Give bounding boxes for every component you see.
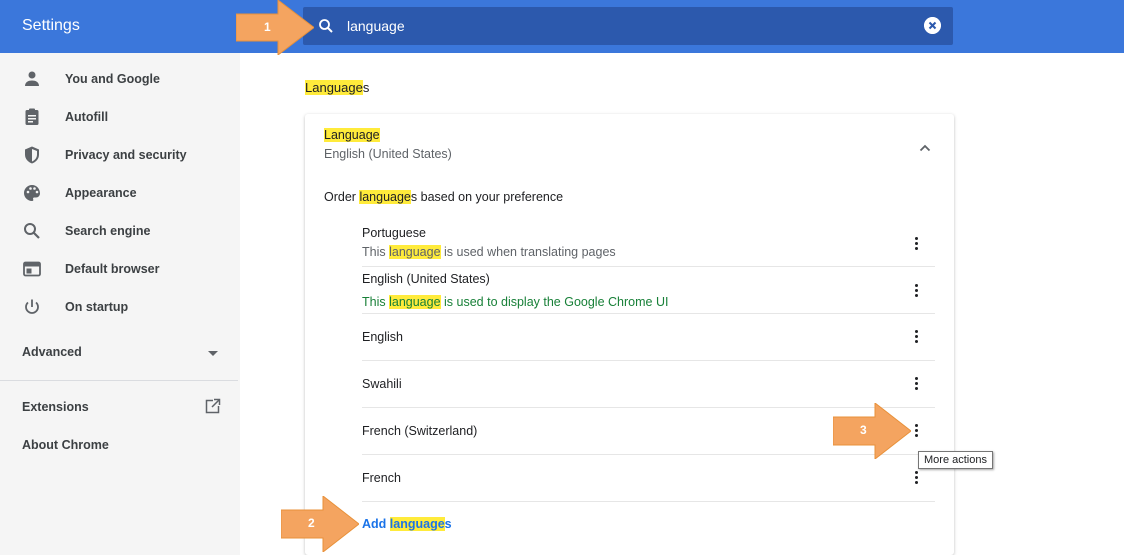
sidebar-advanced[interactable]: Advanced [22, 345, 82, 359]
sidebar-item-label: Default browser [65, 262, 160, 276]
callout-number: 2 [308, 516, 315, 530]
order-post: s based on your preference [410, 190, 564, 204]
language-row-english-us: English (United States) This language is… [362, 267, 935, 314]
sidebar-item-privacy[interactable]: Privacy and security [0, 136, 240, 174]
search-input[interactable] [347, 14, 887, 38]
more-actions-tooltip: More actions [918, 451, 993, 469]
sidebar-item-label: Search engine [65, 224, 151, 238]
search-icon [319, 19, 333, 33]
language-name: Swahili [362, 377, 402, 391]
sidebar-item-autofill[interactable]: Autofill [0, 98, 240, 136]
callout-arrow-2: 2 [280, 494, 360, 554]
language-name: Portuguese [362, 226, 426, 240]
language-row-english: English [362, 314, 935, 361]
search-icon [24, 223, 40, 239]
language-name: French (Switzerland) [362, 424, 478, 438]
clear-search-icon[interactable] [924, 17, 941, 34]
chevron-up-icon[interactable] [917, 140, 933, 156]
sidebar-item-you-and-google[interactable]: You and Google [0, 60, 240, 98]
sidebar-item-label: You and Google [65, 72, 160, 86]
power-icon [25, 299, 39, 314]
search-highlight: Language [305, 80, 363, 95]
more-actions-icon[interactable] [912, 377, 920, 393]
arrow-right-icon [280, 494, 360, 554]
sidebar-item-label: On startup [65, 300, 129, 314]
sidebar-item-appearance[interactable]: Appearance [0, 174, 240, 212]
sidebar-item-default-browser[interactable]: Default browser [0, 250, 240, 288]
clipboard-icon [25, 108, 39, 125]
sidebar-item-label: Privacy and security [65, 148, 187, 162]
add-post: s [444, 517, 452, 531]
note-pre: This [362, 245, 390, 259]
arrow-right-icon [235, 0, 315, 57]
language-note: This language is used to display the Goo… [362, 295, 668, 309]
section-title: Languages [305, 80, 369, 95]
language-heading: Language [324, 128, 380, 142]
language-note: This language is used when translating p… [362, 245, 616, 259]
more-actions-icon[interactable] [912, 330, 920, 346]
callout-arrow-3: 3 [832, 401, 912, 461]
language-name: French [362, 471, 401, 485]
callout-number: 1 [264, 20, 271, 34]
callout-arrow-1: 1 [235, 0, 315, 57]
add-pre: Add [362, 517, 390, 531]
search-highlight: Language [324, 128, 380, 142]
more-actions-icon[interactable] [912, 471, 920, 487]
note-post: is used when translating pages [440, 245, 616, 259]
palette-icon [24, 185, 40, 201]
open-in-new-icon[interactable] [205, 398, 221, 414]
add-languages-link[interactable]: Add languages [362, 517, 452, 531]
order-pre: Order [324, 190, 360, 204]
language-row-portuguese: Portuguese This language is used when tr… [362, 220, 935, 267]
sidebar: You and Google Autofill Privacy and secu… [0, 53, 240, 555]
sidebar-about-chrome[interactable]: About Chrome [22, 438, 109, 452]
order-description: Order languages based on your preference [324, 190, 563, 204]
more-actions-icon[interactable] [912, 284, 920, 300]
top-bar: Settings [0, 0, 1124, 53]
browser-icon [23, 261, 41, 277]
language-name: English (United States) [362, 272, 490, 286]
language-subtitle: English (United States) [324, 147, 452, 161]
language-row-swahili: Swahili [362, 361, 935, 408]
note-post: is used to display the Google Chrome UI [440, 295, 669, 309]
search-highlight: language [389, 295, 441, 309]
search-box[interactable] [303, 7, 953, 45]
sidebar-item-search-engine[interactable]: Search engine [0, 212, 240, 250]
language-row-french: French [362, 455, 935, 502]
more-actions-icon[interactable] [912, 424, 920, 440]
sidebar-divider [0, 380, 238, 381]
search-highlight: language [359, 190, 411, 204]
caret-down-icon[interactable] [208, 351, 218, 356]
page-title: Settings [22, 17, 80, 34]
section-title-suffix: s [362, 80, 370, 95]
sidebar-item-label: Appearance [65, 186, 137, 200]
search-highlight: language [389, 245, 441, 259]
sidebar-extensions[interactable]: Extensions [22, 400, 89, 414]
search-highlight: language [389, 517, 445, 531]
sidebar-item-label: Autofill [65, 110, 109, 124]
shield-icon [25, 146, 39, 164]
languages-card: Language English (United States) Order l… [305, 114, 954, 555]
callout-number: 3 [860, 423, 867, 437]
language-name: English [362, 330, 403, 344]
person-icon [25, 71, 39, 86]
more-actions-icon[interactable] [912, 237, 920, 253]
note-pre: This [362, 295, 390, 309]
sidebar-item-on-startup[interactable]: On startup [0, 288, 240, 326]
arrow-right-icon [832, 401, 912, 461]
